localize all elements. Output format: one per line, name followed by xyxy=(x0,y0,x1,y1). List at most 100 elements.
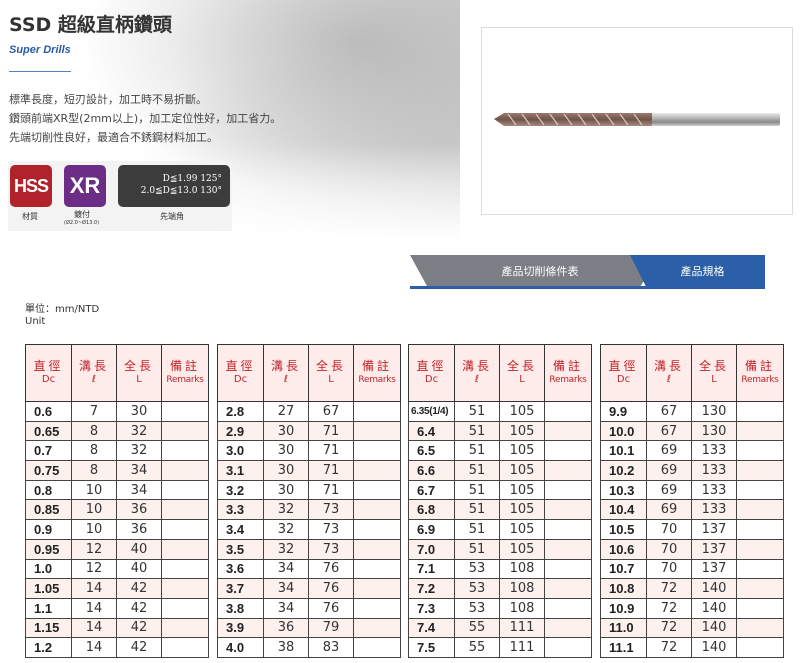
cell-remarks xyxy=(736,440,784,462)
cell-overall-length: 133 xyxy=(691,499,737,521)
column-header-remarks: 備註 Remarks xyxy=(736,344,784,402)
column-header-sublabel: L xyxy=(328,374,334,385)
cell-flute-length: 34 xyxy=(263,578,309,599)
tab-cutting-conditions-label: 產品切削條件表 xyxy=(501,265,579,278)
cell-remarks xyxy=(161,519,209,540)
cell-diameter: 10.0 xyxy=(600,420,647,442)
cell-flute-length: 53 xyxy=(454,597,500,619)
table-row: 1.15 14 42 xyxy=(25,617,209,639)
cell-flute-length: 70 xyxy=(646,519,692,540)
cell-flute-length: 27 xyxy=(263,401,309,422)
product-tabs: 產品切削條件表 產品規格 xyxy=(410,255,765,287)
badge-caption-angle: 先端角 xyxy=(160,212,184,221)
table-row: 3.5 32 73 xyxy=(217,538,401,560)
cell-overall-length: 71 xyxy=(308,440,354,462)
cell-flute-length: 34 xyxy=(263,597,309,619)
cell-flute-length: 14 xyxy=(71,617,117,639)
cell-overall-length: 34 xyxy=(116,479,162,501)
cell-diameter: 0.85 xyxy=(25,499,72,521)
cell-flute-length: 8 xyxy=(71,440,117,462)
cell-flute-length: 7 xyxy=(71,401,117,422)
cell-diameter: 7.1 xyxy=(408,558,455,580)
table-row: 2.8 27 67 xyxy=(217,401,401,422)
table-row: 0.6 7 30 xyxy=(25,401,209,422)
cell-flute-length: 51 xyxy=(454,538,500,560)
cell-overall-length: 73 xyxy=(308,519,354,540)
cell-overall-length: 34 xyxy=(116,460,162,481)
unit-label: 單位：mm/NTD Unit xyxy=(25,304,99,328)
cell-overall-length: 76 xyxy=(308,597,354,619)
cell-remarks xyxy=(544,460,592,481)
column-header-overall-length: 全長 L xyxy=(308,344,354,402)
cell-flute-length: 70 xyxy=(646,558,692,580)
column-header-label: 全長 xyxy=(315,359,346,373)
cell-remarks xyxy=(161,499,209,521)
cell-flute-length: 38 xyxy=(263,637,309,658)
column-header-flute-length: 溝長 ℓ xyxy=(454,344,500,402)
table-row: 0.9 10 36 xyxy=(25,519,209,540)
cell-remarks xyxy=(544,479,592,501)
cell-remarks xyxy=(544,597,592,619)
cell-diameter: 1.1 xyxy=(25,597,72,619)
cell-flute-length: 72 xyxy=(646,578,692,599)
column-header-label: 直徑 xyxy=(33,359,64,373)
tab-cutting-conditions[interactable]: 產品切削條件表 xyxy=(410,255,660,287)
cell-diameter: 3.8 xyxy=(217,597,264,619)
cell-remarks xyxy=(161,420,209,442)
page-subtitle: Super Drills xyxy=(9,44,71,56)
table-row: 1.1 14 42 xyxy=(25,597,209,619)
spec-table-1: 直徑 Dc 溝長 ℓ 全長 L 備註 Remarks 0.6 7 30 0.65 8 32 0.7 8 32 0.… xyxy=(25,344,209,658)
cell-flute-length: 14 xyxy=(71,597,117,619)
column-header-sublabel: Dc xyxy=(424,374,439,385)
column-header-diameter: 直徑 Dc xyxy=(408,344,455,402)
table-row: 6.9 51 105 xyxy=(408,519,592,540)
cell-diameter: 1.0 xyxy=(25,558,72,580)
cell-diameter: 6.4 xyxy=(408,420,455,442)
cell-overall-length: 133 xyxy=(691,440,737,462)
cell-diameter: 3.0 xyxy=(217,440,264,462)
table-row: 7.3 53 108 xyxy=(408,597,592,619)
cell-flute-length: 69 xyxy=(646,460,692,481)
cell-remarks xyxy=(736,519,784,540)
column-header-overall-length: 全長 L xyxy=(116,344,162,402)
cell-overall-length: 32 xyxy=(116,420,162,442)
cell-overall-length: 140 xyxy=(691,637,737,658)
cell-remarks xyxy=(353,558,401,580)
cell-remarks xyxy=(544,401,592,422)
table-row: 7.1 53 108 xyxy=(408,558,592,580)
cell-remarks xyxy=(161,479,209,501)
column-header-sublabel: Remarks xyxy=(358,375,396,385)
cell-diameter: 7.0 xyxy=(408,538,455,560)
cell-remarks xyxy=(353,499,401,521)
cell-flute-length: 32 xyxy=(263,499,309,521)
column-header-label: 備註 xyxy=(361,359,392,373)
cell-diameter: 0.6 xyxy=(25,401,72,422)
column-header-label: 溝長 xyxy=(461,359,492,373)
spec-badges: HSS XR D≦1.99 125° 2.0≦D≦13.0 130° 材質 鍍付… xyxy=(8,161,232,231)
cell-overall-length: 133 xyxy=(691,479,737,501)
column-header-sublabel: ℓ xyxy=(474,374,480,385)
cell-diameter: 0.75 xyxy=(25,460,72,481)
cell-flute-length: 8 xyxy=(71,420,117,442)
cell-remarks xyxy=(736,420,784,442)
cell-remarks xyxy=(736,479,784,501)
cell-overall-length: 36 xyxy=(116,519,162,540)
table-row: 10.7 70 137 xyxy=(600,558,784,580)
column-header-sublabel: L xyxy=(136,374,142,385)
column-header-sublabel: Dc xyxy=(41,374,56,385)
column-header-sublabel: ℓ xyxy=(283,374,289,385)
tab-product-specs[interactable]: 產品規格 xyxy=(630,255,765,287)
cell-remarks xyxy=(736,597,784,619)
cell-diameter: 10.5 xyxy=(600,519,647,540)
cell-flute-length: 14 xyxy=(71,637,117,658)
cell-flute-length: 51 xyxy=(454,460,500,481)
table-row: 3.8 34 76 xyxy=(217,597,401,619)
cell-flute-length: 10 xyxy=(71,519,117,540)
cell-flute-length: 34 xyxy=(263,558,309,580)
table-row: 6.6 51 105 xyxy=(408,460,592,481)
spec-table-2: 直徑 Dc 溝長 ℓ 全長 L 備註 Remarks 2.8 27 67 2.9 30 71 3.0 30 71… xyxy=(217,344,401,658)
table-row: 6.8 51 105 xyxy=(408,499,592,521)
table-row: 6.7 51 105 xyxy=(408,479,592,501)
table-row: 10.9 72 140 xyxy=(600,597,784,619)
table-row: 0.75 8 34 xyxy=(25,460,209,481)
